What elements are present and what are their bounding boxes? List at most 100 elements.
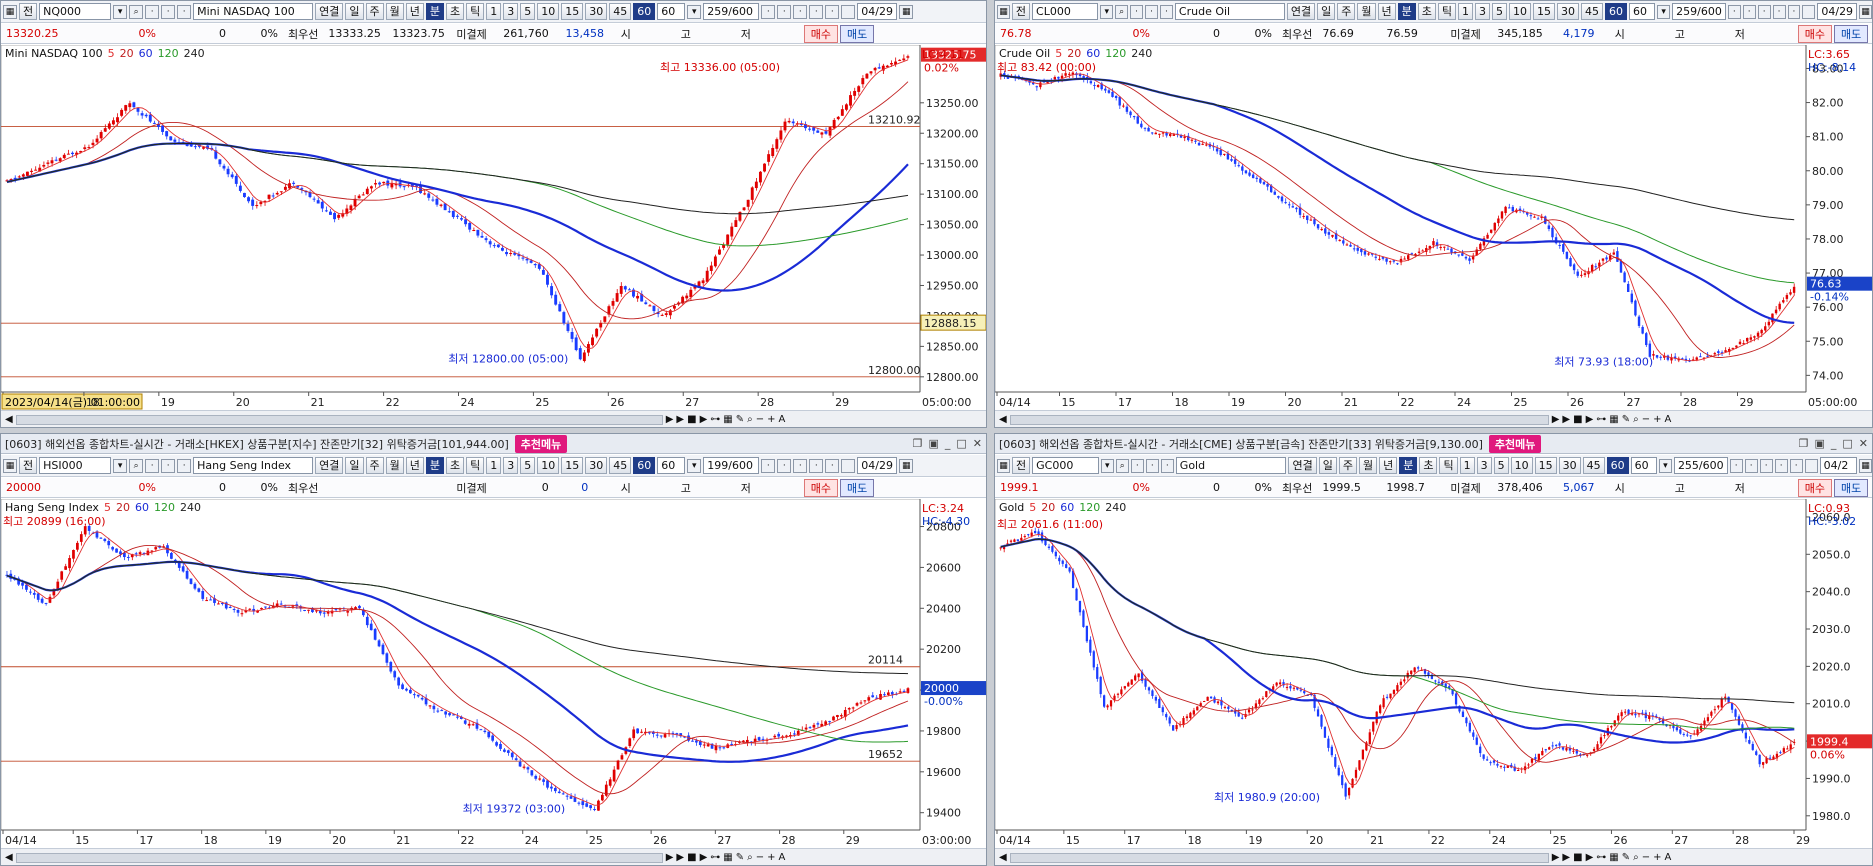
save-icon[interactable]: · (1774, 458, 1788, 473)
timeframe-button[interactable]: 연결 (315, 3, 344, 20)
search-icon[interactable]: ⌕ (129, 4, 144, 19)
stop-icon[interactable]: ■ (687, 414, 696, 425)
gear-icon[interactable]: · (825, 458, 840, 473)
timeframe-button[interactable]: 일 (1317, 3, 1336, 20)
chart-canvas[interactable]: 2060.02050.02040.02030.02020.02010.02000… (995, 499, 1873, 848)
settings-icon[interactable]: · (1130, 4, 1144, 19)
maximize-icon[interactable]: □ (1842, 437, 1852, 450)
timeframe-button[interactable]: 초 (1419, 457, 1438, 474)
play-icon[interactable]: ▶ (1562, 414, 1570, 425)
font-icon[interactable]: A (779, 852, 786, 863)
sell-button[interactable]: 매도 (840, 478, 875, 497)
timeframe-button[interactable]: 주 (1338, 457, 1357, 474)
sound-icon[interactable]: · (177, 458, 192, 473)
timeframe-button[interactable]: 15 (561, 3, 584, 20)
timeframe-button[interactable]: 15 (1534, 457, 1557, 474)
search-icon[interactable]: ⌕ (1115, 4, 1129, 19)
scroll-right-icon[interactable]: ▶ (666, 414, 674, 425)
font-icon[interactable]: A (1665, 414, 1672, 425)
link-icon[interactable]: · (161, 4, 176, 19)
period-select[interactable]: 60 (657, 3, 686, 20)
symbol-code-input[interactable]: HSI000 (39, 457, 112, 474)
chart-scrollbar[interactable]: ◀ ▶ ▶ ■ ▶ ⊶ ▦ ✎ ⌕ − + A (995, 848, 1872, 865)
zoom-in-icon[interactable]: + (1653, 414, 1661, 425)
timeframe-button[interactable]: 년 (1379, 457, 1398, 474)
scroll-right-icon[interactable]: ▶ (1552, 414, 1560, 425)
timeframe-button[interactable]: 초 (1417, 3, 1436, 20)
search-icon[interactable]: ⌕ (1115, 458, 1129, 473)
timeframe-button[interactable]: 주 (365, 3, 384, 20)
timeframe-button[interactable]: 초 (446, 457, 465, 474)
sound-icon[interactable]: · (1160, 458, 1174, 473)
timeframe-button[interactable]: 5 (520, 457, 536, 474)
pin-icon[interactable]: ▣ (928, 437, 938, 450)
stop-icon[interactable]: ■ (1573, 414, 1582, 425)
play-icon[interactable]: ▶ (1562, 852, 1570, 863)
next-icon[interactable]: ▶ (1586, 414, 1594, 425)
timeframe-button[interactable]: 45 (1582, 457, 1605, 474)
timeframe-button[interactable]: 60 (1606, 457, 1629, 474)
recommend-menu-button[interactable]: 추천메뉴 (514, 434, 568, 453)
timeframe-button[interactable]: 년 (405, 457, 424, 474)
stop-icon[interactable]: ■ (1573, 852, 1582, 863)
timeframe-button[interactable]: 월 (1358, 457, 1378, 474)
scroll-left-icon[interactable]: ◀ (999, 852, 1007, 863)
timeframe-button[interactable]: 5 (1493, 457, 1509, 474)
chart-canvas[interactable]: 2080020600204002020020000198001960019400… (1, 499, 987, 848)
scroll-right-icon[interactable]: ▶ (666, 852, 674, 863)
scroll-track[interactable] (1009, 852, 1549, 863)
calendar-icon[interactable]: ▦ (899, 458, 914, 473)
draw-icon[interactable]: · (777, 4, 792, 19)
print-icon[interactable]: · (1759, 458, 1773, 473)
timeframe-button[interactable]: 1 (1458, 3, 1473, 20)
timeframe-button[interactable]: 15 (1533, 3, 1555, 20)
window-titlebar[interactable]: [0603] 해외선옵 종합차트-실시간 - 거래소[HKEX] 상품구분[지수… (1, 434, 986, 454)
font-icon[interactable]: A (779, 414, 786, 425)
draw-tools-icon[interactable]: ✎ (736, 852, 744, 863)
timeframe-button[interactable]: 45 (1581, 3, 1603, 20)
crosshair-icon[interactable]: · (1729, 458, 1743, 473)
gear-icon[interactable]: · (1787, 4, 1801, 19)
prev-button[interactable]: 전 (1012, 457, 1031, 474)
timeframe-button[interactable]: 주 (365, 457, 384, 474)
print-icon[interactable]: · (793, 458, 808, 473)
timeframe-button[interactable]: 10 (537, 3, 560, 20)
calendar-icon[interactable]: ▦ (1859, 4, 1872, 19)
zoom-out-icon[interactable]: − (1642, 414, 1650, 425)
date-checkbox[interactable] (841, 4, 856, 19)
sound-icon[interactable]: · (1160, 4, 1173, 19)
calendar-icon[interactable]: ▦ (1858, 458, 1872, 473)
save-icon[interactable]: · (1772, 4, 1786, 19)
zoom-icon[interactable]: ⌕ (1633, 414, 1639, 425)
minimize-icon[interactable]: _ (1831, 437, 1837, 450)
prev-button[interactable]: 전 (19, 457, 38, 474)
sell-button[interactable]: 매도 (1834, 24, 1869, 43)
chevron-down-icon[interactable]: ▾ (1658, 458, 1672, 473)
menu-grid-icon[interactable]: ▦ (997, 458, 1010, 473)
chevron-down-icon[interactable]: ▾ (1657, 4, 1671, 19)
date-checkbox[interactable] (841, 458, 856, 473)
date-field[interactable]: 04/29 (1817, 3, 1858, 20)
timeframe-button[interactable]: 월 (385, 457, 404, 474)
timeframe-button[interactable]: 10 (1510, 457, 1533, 474)
timeframe-button[interactable]: 30 (1557, 3, 1579, 20)
timeframe-button[interactable]: 3 (1476, 457, 1492, 474)
timeframe-button[interactable]: 년 (405, 3, 424, 20)
stop-icon[interactable]: ■ (687, 852, 696, 863)
date-field[interactable]: 04/2 (1819, 457, 1857, 474)
menu-grid-icon[interactable]: ▦ (997, 4, 1010, 19)
chart-canvas[interactable]: 13250.00 13200.00 13150.00 13100.00 13050.00… (1, 45, 987, 410)
chart-canvas[interactable]: 83.0082.0081.0080.0079.0078.0077.0076.00… (995, 45, 1873, 410)
timeframe-button[interactable]: 45 (609, 457, 632, 474)
buy-button[interactable]: 매수 (1797, 478, 1832, 497)
buy-button[interactable]: 매수 (803, 478, 838, 497)
price-chart[interactable]: 2080020600204002020020000198001960019400… (1, 499, 986, 848)
chevron-down-icon[interactable]: ▾ (1100, 4, 1114, 19)
timeframe-button[interactable]: 분 (425, 457, 444, 474)
timeframe-button[interactable]: 30 (1558, 457, 1581, 474)
sell-button[interactable]: 매도 (840, 24, 875, 43)
timeframe-button[interactable]: 틱 (1437, 3, 1456, 20)
timeframe-button[interactable]: 초 (446, 3, 465, 20)
timeframe-button[interactable]: 1 (486, 457, 502, 474)
chevron-down-icon[interactable]: ▾ (113, 458, 128, 473)
